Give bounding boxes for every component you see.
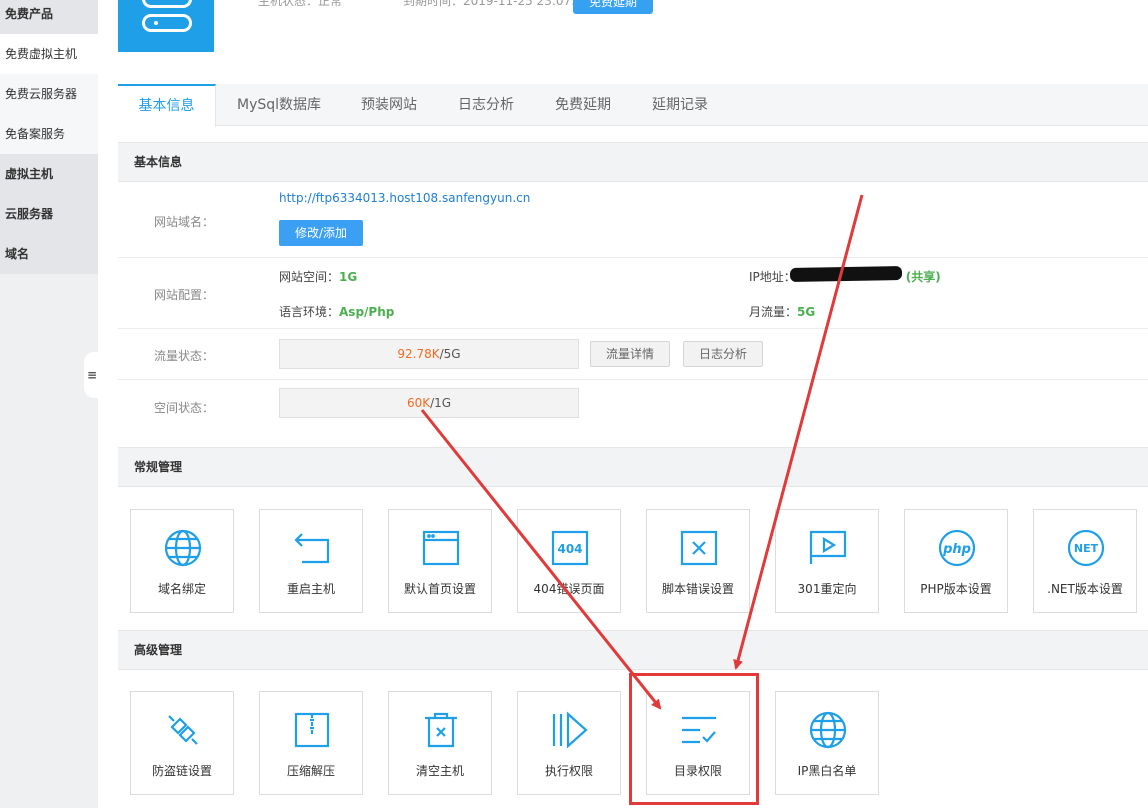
sidebar-item-virtual-host[interactable]: 虚拟主机 — [0, 154, 98, 194]
main-content: 主机状态：正常 到期时间：2019-11-25 23:07:48 免费延期 基本… — [98, 0, 1148, 808]
space-label: 空间状态： — [154, 401, 215, 415]
tile-script-error[interactable]: 脚本错误设置 — [646, 509, 750, 613]
basic-info-title: 基本信息 — [118, 142, 1148, 182]
config-label: 网站配置： — [154, 288, 215, 302]
svg-text:php: php — [942, 542, 971, 557]
play-box-icon — [809, 530, 847, 564]
tile-net-version[interactable]: NET .NET版本设置 — [1033, 509, 1137, 613]
space-usage-bar: 60K/1G — [279, 388, 579, 418]
server-icon — [118, 0, 214, 52]
tab-basic-info[interactable]: 基本信息 — [118, 84, 216, 127]
log-analysis-button[interactable]: 日志分析 — [683, 341, 763, 367]
tile-php-version[interactable]: php PHP版本设置 — [904, 509, 1008, 613]
sidebar-item-domain[interactable]: 域名 — [0, 234, 98, 274]
sidebar: 免费产品 免费虚拟主机 免费云服务器 免备案服务 虚拟主机 云服务器 域名 ≡ — [0, 0, 98, 808]
tab-mysql[interactable]: MySql数据库 — [224, 84, 334, 126]
tab-log-analysis[interactable]: 日志分析 — [440, 84, 532, 126]
browser-window-icon — [422, 530, 460, 566]
globe-icon — [809, 711, 847, 749]
config-row: 网站配置： 网站空间：1G 语言环境：Asp/Php IP地址： (共享) 月流量… — [118, 258, 1148, 329]
tile-ip-blacklist[interactable]: IP黑白名单 — [775, 691, 879, 795]
domain-link[interactable]: http://ftp6334013.host108.sanfengyun.cn — [279, 191, 530, 205]
tile-default-homepage[interactable]: 默认首页设置 — [388, 509, 492, 613]
tab-preinstall[interactable]: 预装网站 — [344, 84, 434, 126]
expire-time: 到期时间：2019-11-25 23:07:48 — [403, 0, 591, 8]
tab-extend-record[interactable]: 延期记录 — [633, 84, 727, 126]
svg-text:404: 404 — [557, 542, 582, 556]
net-icon: NET — [1067, 529, 1105, 567]
flow-label: 流量状态： — [154, 349, 215, 363]
domain-row: 网站域名： http://ftp6334013.host108.sanfengy… — [118, 182, 1148, 258]
sidebar-collapse-handle[interactable]: ≡ — [84, 352, 98, 398]
advanced-management-title: 高级管理 — [118, 630, 1148, 670]
language-env: 语言环境：Asp/Php — [279, 305, 395, 319]
sidebar-item-free-virtual-host[interactable]: 免费虚拟主机 — [0, 34, 98, 74]
tile-domain-binding[interactable]: 域名绑定 — [130, 509, 234, 613]
host-status: 主机状态：正常 — [258, 0, 343, 8]
tab-free-extend[interactable]: 免费延期 — [536, 84, 630, 126]
flow-detail-button[interactable]: 流量详情 — [590, 341, 670, 367]
tile-301-redirect[interactable]: 301重定向 — [775, 509, 879, 613]
sidebar-item-no-filing[interactable]: 免备案服务 — [0, 114, 98, 154]
free-extend-button[interactable]: 免费延期 — [573, 0, 653, 14]
404-icon: 404 — [551, 530, 589, 566]
tab-bar: 基本信息 MySql数据库 预装网站 日志分析 免费延期 延期记录 — [118, 84, 1148, 127]
collapse-icon: ≡ — [87, 368, 98, 382]
regular-management-title: 常规管理 — [118, 447, 1148, 487]
tile-anti-hotlink[interactable]: 防盗链设置 — [130, 691, 234, 795]
flow-row: 流量状态： 92.78K/5G 流量详情 日志分析 — [118, 329, 1148, 380]
sidebar-item-free-cloud-server[interactable]: 免费云服务器 — [0, 74, 98, 114]
tile-execute-permission[interactable]: 执行权限 — [517, 691, 621, 795]
execute-icon — [552, 711, 588, 749]
globe-icon — [164, 529, 202, 567]
sidebar-item-free-products[interactable]: 免费产品 — [0, 0, 98, 34]
monthly-traffic: 月流量：5G — [749, 305, 816, 319]
tile-compress[interactable]: 压缩解压 — [259, 691, 363, 795]
broken-link-icon — [168, 715, 198, 745]
flow-usage-bar: 92.78K/5G — [279, 339, 579, 369]
tile-404-page[interactable]: 404 404错误页面 — [517, 509, 621, 613]
x-box-icon — [680, 530, 718, 566]
trash-icon — [425, 712, 457, 748]
redaction-mark — [789, 266, 903, 282]
tile-clear-host[interactable]: 清空主机 — [388, 691, 492, 795]
php-icon: php — [938, 529, 976, 567]
edit-domain-button[interactable]: 修改/添加 — [279, 220, 363, 246]
tile-restart-host[interactable]: 重启主机 — [259, 509, 363, 613]
zip-icon — [294, 712, 330, 748]
space-row: 空间状态： 60K/1G — [118, 380, 1148, 432]
sidebar-item-cloud-server[interactable]: 云服务器 — [0, 194, 98, 234]
domain-label: 网站域名： — [154, 215, 215, 229]
svg-text:NET: NET — [1074, 542, 1099, 555]
space-size: 网站空间：1G — [279, 270, 358, 284]
annotation-highlight-box — [629, 673, 759, 805]
restart-icon — [294, 533, 330, 564]
